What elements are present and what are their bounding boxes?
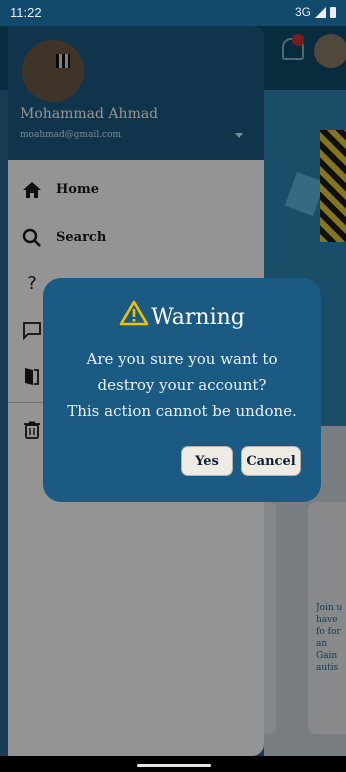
warning-dialog: Warning Are you sure you want to destroy… xyxy=(43,278,321,502)
network-type: 3G xyxy=(294,5,311,19)
dialog-message: Are you sure you want to destroy your ac… xyxy=(53,346,311,424)
cancel-button[interactable]: Cancel xyxy=(241,446,301,476)
battery-icon xyxy=(330,6,336,18)
dialog-title: Warning xyxy=(151,305,245,330)
dialog-message-line: Are you sure you want to xyxy=(86,350,278,368)
yes-button[interactable]: Yes xyxy=(181,446,233,476)
app-screen: 11:22 3G Join u have fo for an Gain auti… xyxy=(0,0,346,772)
dialog-message-line: This action cannot be undone. xyxy=(67,402,297,420)
dialog-title-row: Warning xyxy=(43,300,321,330)
home-gesture-handle[interactable] xyxy=(137,764,211,767)
signal-icon xyxy=(315,6,326,18)
system-nav-bar xyxy=(0,756,346,772)
status-time: 11:22 xyxy=(10,5,42,20)
warning-icon xyxy=(119,300,149,326)
status-bar: 11:22 3G xyxy=(0,0,346,26)
dialog-message-line: destroy your account? xyxy=(97,376,267,394)
status-indicators: 3G xyxy=(295,5,336,19)
